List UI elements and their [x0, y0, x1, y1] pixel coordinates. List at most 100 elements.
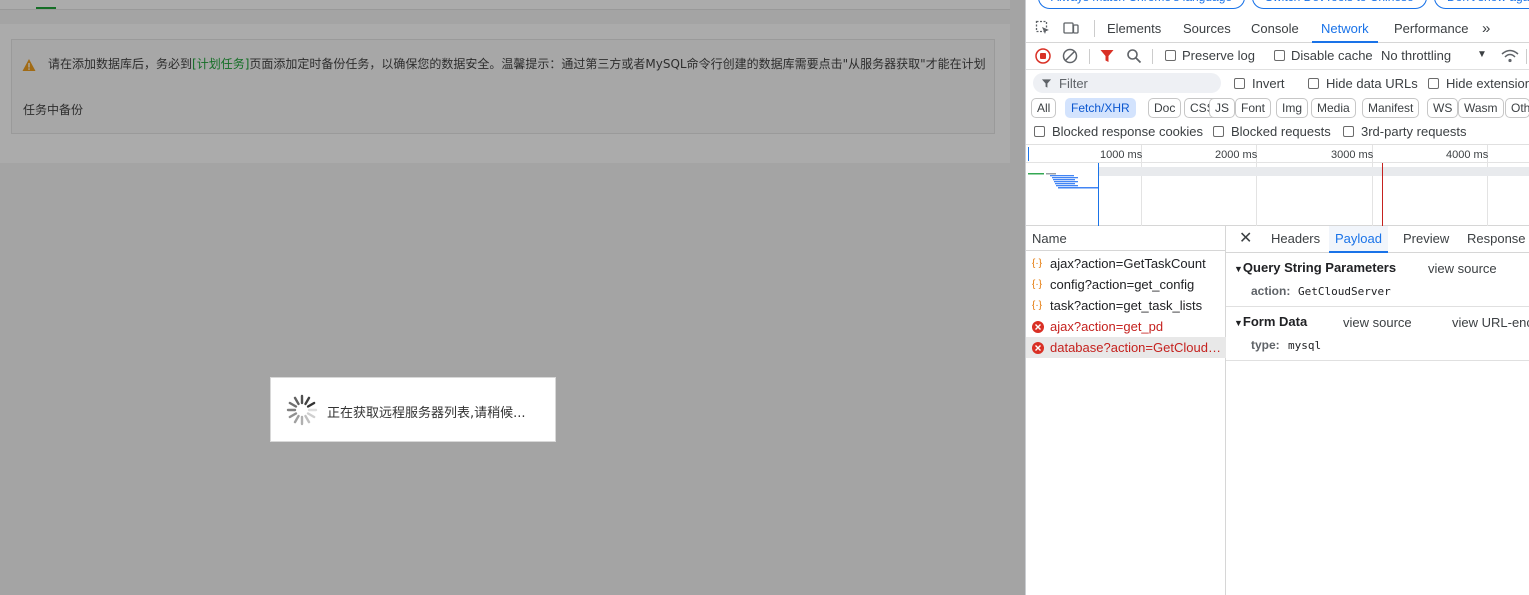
filter-placeholder: Filter: [1059, 76, 1088, 91]
tab-elements[interactable]: Elements: [1107, 14, 1161, 43]
match-language-button[interactable]: Always match Chrome's language: [1038, 0, 1246, 9]
timeline-tick-label: 2000 ms: [1215, 149, 1258, 161]
request-detail-pane: ✕ Headers Payload Preview Response ▼Quer…: [1226, 226, 1529, 595]
chip-img[interactable]: Img: [1276, 98, 1309, 118]
request-row[interactable]: ajax?action=get_pd: [1026, 316, 1226, 337]
chip-all[interactable]: All: [1031, 98, 1057, 118]
switch-chinese-button[interactable]: Switch DevTools to Chinese: [1252, 0, 1427, 9]
hide-data-urls-label: Hide data URLs: [1326, 76, 1418, 91]
chip-fetch-xhr[interactable]: Fetch/XHR: [1065, 98, 1136, 118]
more-tabs-chevron-icon[interactable]: »: [1482, 14, 1490, 43]
triangle-down-icon: ▼: [1234, 318, 1243, 328]
param-key: action:: [1251, 284, 1291, 298]
blocked-requests-label: Blocked requests: [1231, 124, 1331, 139]
query-view-source-link[interactable]: view source: [1428, 261, 1497, 276]
loading-dialog: 正在获取远程服务器列表,请稍候...: [270, 377, 556, 442]
chip-other[interactable]: Other: [1505, 98, 1529, 118]
timeline-tick-label: 3000 ms: [1331, 149, 1374, 161]
chevron-down-icon[interactable]: ▼: [1477, 49, 1487, 60]
search-icon[interactable]: [1126, 48, 1142, 64]
filter-input[interactable]: Filter: [1033, 73, 1221, 93]
blocked-filters-row: Blocked response cookies Blocked request…: [1026, 120, 1529, 145]
tab-network[interactable]: Network: [1312, 14, 1378, 43]
blocked-cookies-checkbox[interactable]: [1034, 126, 1045, 137]
language-banner: Always match Chrome's language Switch De…: [1026, 0, 1529, 14]
param-value: mysql: [1288, 339, 1322, 352]
detail-tab-bar: ✕ Headers Payload Preview Response: [1226, 226, 1529, 253]
preserve-log-checkbox[interactable]: [1165, 50, 1176, 61]
spinner-spoke: [304, 396, 311, 406]
filter-funnel-icon[interactable]: [1099, 48, 1115, 64]
inspect-element-icon[interactable]: [1035, 20, 1051, 36]
modal-overlay: [0, 0, 1025, 595]
chip-manifest[interactable]: Manifest: [1362, 98, 1420, 118]
chip-font[interactable]: Font: [1235, 98, 1272, 118]
xhr-icon: {·}: [1032, 279, 1043, 290]
clear-icon[interactable]: [1062, 48, 1078, 64]
tab-sources[interactable]: Sources: [1183, 14, 1231, 43]
tab-payload[interactable]: Payload: [1329, 226, 1388, 253]
network-conditions-icon[interactable]: [1501, 48, 1519, 64]
third-party-label: 3rd-party requests: [1361, 124, 1467, 139]
spinner-spoke: [304, 414, 311, 424]
close-icon[interactable]: ✕: [1239, 226, 1252, 253]
devtools-panel: Always match Chrome's language Switch De…: [1025, 0, 1529, 595]
request-row[interactable]: {·} ajax?action=GetTaskCount: [1026, 253, 1226, 274]
filter-row: Filter Invert Hide data URLs Hide extens…: [1026, 70, 1529, 96]
disable-cache-label: Disable cache: [1291, 48, 1373, 63]
spinner-spoke: [293, 396, 300, 406]
hide-extension-urls-label: Hide extension URLs: [1446, 76, 1529, 91]
toolbar-divider: [1089, 49, 1090, 64]
timeline-start-marker: [1028, 147, 1029, 161]
network-overview-timeline[interactable]: 1000 ms 2000 ms 3000 ms 4000 ms: [1026, 145, 1529, 226]
blocked-cookies-label: Blocked response cookies: [1052, 124, 1204, 139]
spinner-spoke: [306, 401, 316, 408]
third-party-checkbox[interactable]: [1343, 126, 1354, 137]
disable-cache-checkbox[interactable]: [1274, 50, 1285, 61]
request-row-selected[interactable]: database?action=GetCloudServer: [1026, 337, 1226, 358]
loading-message: 正在获取远程服务器列表,请稍候...: [327, 406, 526, 421]
query-string-title[interactable]: ▼Query String Parameters: [1234, 260, 1396, 275]
xhr-icon: {·}: [1032, 300, 1043, 311]
tab-response[interactable]: Response: [1467, 226, 1526, 253]
network-toolbar: Preserve log Disable cache No throttling…: [1026, 43, 1529, 70]
device-toolbar-icon[interactable]: [1063, 20, 1079, 36]
stop-recording-icon[interactable]: [1035, 48, 1051, 64]
devtools-main-toolbar: Elements Sources Console Network Perform…: [1026, 14, 1529, 43]
timeline-tick-label: 4000 ms: [1446, 149, 1489, 161]
tab-headers[interactable]: Headers: [1271, 226, 1320, 253]
hide-data-urls-checkbox[interactable]: [1308, 78, 1319, 89]
chip-wasm[interactable]: Wasm: [1458, 98, 1504, 118]
error-icon: [1032, 321, 1044, 333]
param-key: type:: [1251, 338, 1280, 352]
toolbar-divider: [1152, 49, 1153, 64]
name-column-header[interactable]: Name: [1026, 226, 1226, 251]
chip-doc[interactable]: Doc: [1148, 98, 1182, 118]
form-data-section: ▼Form Data view source view URL-encoded …: [1226, 307, 1529, 361]
param-value: GetCloudServer: [1298, 285, 1391, 298]
form-data-title[interactable]: ▼Form Data: [1234, 314, 1307, 329]
query-string-section: ▼Query String Parameters view source act…: [1226, 253, 1529, 307]
chip-js[interactable]: JS: [1209, 98, 1236, 118]
xhr-icon: {·}: [1032, 258, 1043, 269]
loading-spinner-icon: [286, 394, 318, 426]
chip-ws[interactable]: WS: [1427, 98, 1459, 118]
form-view-url-encoded-link[interactable]: view URL-encoded: [1452, 315, 1529, 330]
blocked-requests-checkbox[interactable]: [1213, 126, 1224, 137]
load-event-line: [1382, 163, 1383, 226]
tab-performance[interactable]: Performance: [1394, 14, 1468, 43]
throttling-select[interactable]: No throttling: [1381, 48, 1451, 63]
tab-preview[interactable]: Preview: [1403, 226, 1449, 253]
toolbar-divider: [1094, 20, 1095, 37]
hide-extension-urls-checkbox[interactable]: [1428, 78, 1439, 89]
spinner-spoke: [288, 412, 298, 419]
form-view-source-link[interactable]: view source: [1343, 315, 1412, 330]
request-row[interactable]: {·} task?action=get_task_lists: [1026, 295, 1226, 316]
spinner-spoke: [293, 414, 300, 424]
tab-console[interactable]: Console: [1251, 14, 1299, 43]
request-row[interactable]: {·} config?action=get_config: [1026, 274, 1226, 295]
invert-checkbox[interactable]: [1234, 78, 1245, 89]
chip-media[interactable]: Media: [1311, 98, 1356, 118]
dont-show-again-button[interactable]: Don't show again: [1434, 0, 1529, 9]
timeline-tick-label: 1000 ms: [1100, 149, 1143, 161]
